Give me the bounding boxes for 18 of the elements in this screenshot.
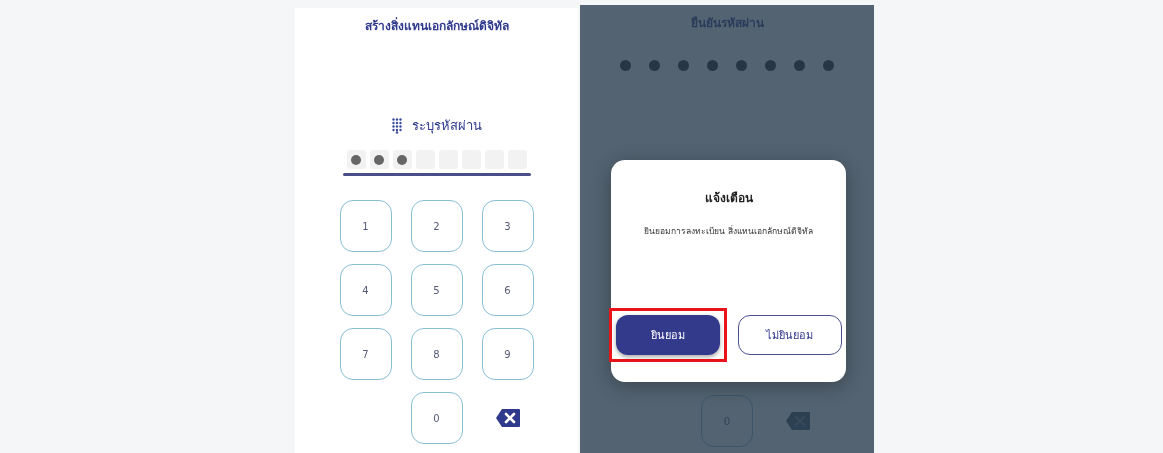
screen-title: สร้างสิ่งแทนเอกลักษณ์ดิจิทัล <box>364 16 509 35</box>
pin-label: ระบุรหัสผ่าน <box>411 117 482 136</box>
accept-button[interactable]: ยินยอม <box>615 315 720 355</box>
keypad-icon <box>391 117 402 134</box>
digit-key[interactable]: 0 <box>410 392 463 444</box>
backspace-icon[interactable] <box>495 409 520 427</box>
digit-key[interactable]: 1 <box>339 200 392 252</box>
dialog-message: ยินยอมการลงทะเบียน สิ่งแทนเอกลักษณ์ดิจิทัล <box>644 224 813 238</box>
decline-button[interactable]: ไม่ยินยอม <box>737 315 842 355</box>
digit-key[interactable]: 8 <box>410 328 463 380</box>
dialog-title: แจ้งเตือน <box>704 190 753 207</box>
digit-key[interactable]: 2 <box>410 200 463 252</box>
digit-key[interactable]: 4 <box>339 264 392 316</box>
digit-key[interactable]: 3 <box>481 200 534 252</box>
digit-key[interactable]: 5 <box>410 264 463 316</box>
digit-key[interactable]: 6 <box>481 264 534 316</box>
digit-key[interactable]: 9 <box>481 328 534 380</box>
digit-key[interactable]: 7 <box>339 328 392 380</box>
